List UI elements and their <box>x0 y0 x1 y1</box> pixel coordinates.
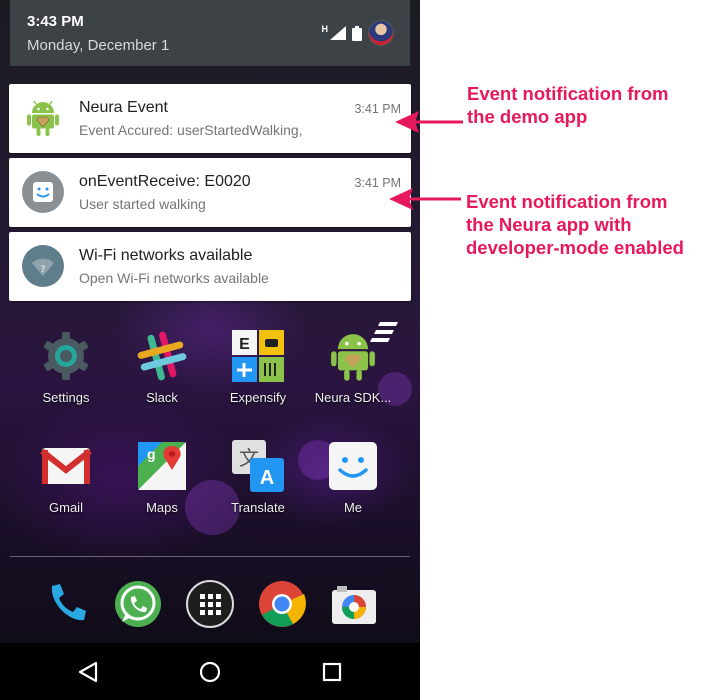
annotation-line: developer-mode enabled <box>466 237 684 258</box>
annotation-line: Event notification from <box>466 191 668 212</box>
app-maps[interactable]: g Maps <box>117 440 207 515</box>
android-robot-icon <box>22 97 64 139</box>
slack-icon <box>136 330 188 382</box>
home-icon[interactable] <box>198 660 222 684</box>
app-drawer-icon[interactable] <box>184 578 236 630</box>
annotation-line: Event notification from <box>467 83 669 104</box>
dock-divider <box>10 556 410 557</box>
annotation-line: the Neura app with <box>466 214 632 235</box>
notification-text: User started walking <box>79 196 206 212</box>
battery-icon <box>352 25 362 41</box>
gear-icon <box>40 330 92 382</box>
notification-title: Neura Event <box>79 99 168 116</box>
navigation-bar <box>0 643 420 700</box>
expensify-icon: E <box>232 330 284 382</box>
notification-wifi-available[interactable]: ? Wi-Fi networks available Open Wi-Fi ne… <box>9 232 411 301</box>
svg-text:A: A <box>260 467 274 489</box>
svg-text:E: E <box>239 336 250 353</box>
chrome-icon[interactable] <box>256 578 308 630</box>
whatsapp-icon[interactable] <box>112 578 164 630</box>
app-settings[interactable]: Settings <box>21 330 111 405</box>
user-avatar[interactable] <box>368 20 394 46</box>
smiley-app-icon <box>22 171 64 213</box>
app-label: Neura SDK... <box>314 390 392 405</box>
notification-title: Wi-Fi networks available <box>79 247 253 264</box>
phone-icon[interactable] <box>40 578 92 630</box>
app-label: Expensify <box>229 390 287 405</box>
notification-shade-header: 3:43 PM Monday, December 1 H <box>10 0 410 66</box>
app-gmail[interactable]: Gmail <box>21 440 111 515</box>
maps-icon: g <box>136 440 188 492</box>
annotation-demo-app: Event notification from the demo app <box>467 82 668 128</box>
app-label: Maps <box>146 500 178 515</box>
app-label: Me <box>343 500 363 515</box>
notification-on-event-receive[interactable]: onEventReceive: E0020 User started walki… <box>9 158 411 227</box>
smiley-app-icon <box>327 440 379 492</box>
app-label: Slack <box>146 390 178 405</box>
annotation-line: the demo app <box>467 106 588 127</box>
clock-time: 3:43 PM <box>27 13 84 30</box>
app-expensify[interactable]: E Expensify <box>213 330 303 405</box>
app-translate[interactable]: 文 A Translate <box>213 440 303 515</box>
drag-handle-icon <box>370 322 398 342</box>
gmail-icon <box>40 440 92 492</box>
app-slack[interactable]: Slack <box>117 330 207 405</box>
notification-neura-event[interactable]: Neura Event Event Accured: userStartedWa… <box>9 84 411 153</box>
annotation-arrow <box>389 188 461 210</box>
date-text: Monday, December 1 <box>27 37 170 54</box>
app-label: Settings <box>42 390 90 405</box>
phone-screen: 3:43 PM Monday, December 1 H Neura Event… <box>0 0 420 700</box>
back-icon[interactable] <box>76 660 100 684</box>
network-type-label: H <box>321 24 329 34</box>
app-label: Gmail <box>49 500 83 515</box>
recents-icon[interactable] <box>320 660 344 684</box>
notification-text: Event Accured: userStartedWalking, <box>79 122 303 138</box>
svg-text:?: ? <box>41 265 46 275</box>
camera-icon[interactable] <box>328 578 380 630</box>
svg-text:g: g <box>147 446 156 462</box>
wifi-icon: ? <box>22 245 64 287</box>
status-icons: H <box>321 20 394 46</box>
annotation-neura-app: Event notification from the Neura app wi… <box>466 190 684 259</box>
app-me[interactable]: Me <box>308 440 398 515</box>
translate-icon: 文 A <box>232 440 284 492</box>
notification-title: onEventReceive: E0020 <box>79 173 251 190</box>
notification-text: Open Wi-Fi networks available <box>79 270 269 286</box>
signal-icon <box>330 26 346 40</box>
annotation-arrow <box>395 111 463 133</box>
app-label: Translate <box>231 500 285 515</box>
